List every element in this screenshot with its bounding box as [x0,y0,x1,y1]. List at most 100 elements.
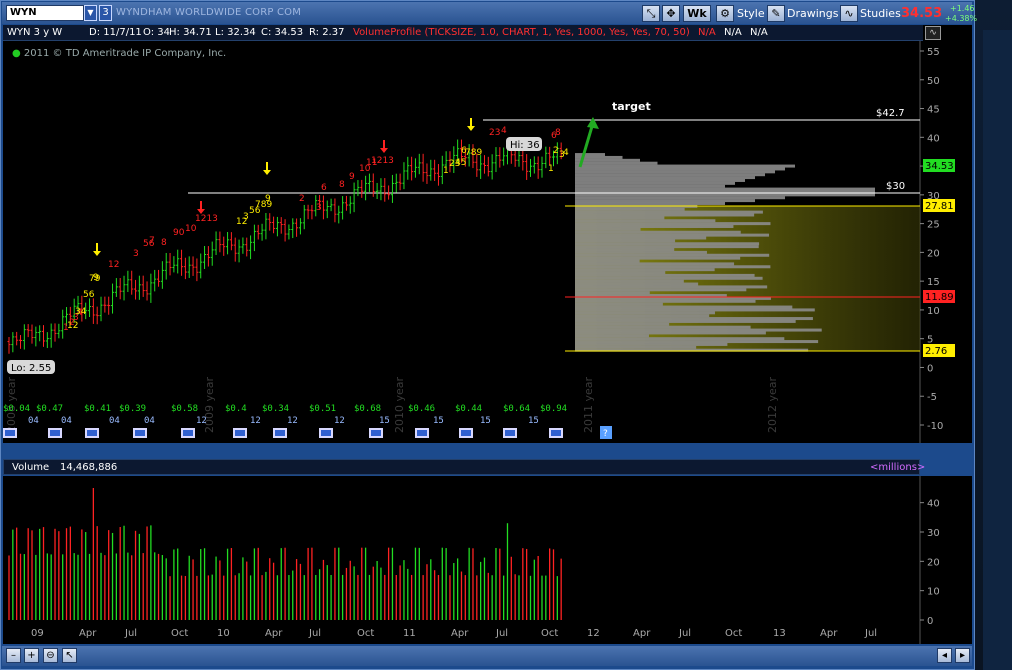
dividend-subtext: 15 [480,416,491,426]
volume-tick-label: 40 [927,499,940,510]
dividend-amount: $0.39 [119,404,146,414]
profile-bar [575,236,707,240]
style-menu[interactable]: Style [737,7,765,20]
profile-bar [575,334,649,338]
last-price: 34.53 [901,6,943,21]
time-tick-label: Apr [79,628,97,639]
studies-icon[interactable]: ∿ [840,5,858,22]
bar-close: C: 34.53 [261,27,304,38]
drawings-icon[interactable]: ✎ [767,5,785,22]
time-tick-label: Apr [451,628,469,639]
dividend-amount: $0.41 [84,404,111,414]
chart-settings-icon[interactable]: ∿ [925,26,941,40]
volume-chart[interactable]: 40 30 20 10 0 09 Apr Jul Oct 10 Apr Jul Oct 11 Apr Jul… [3,476,972,644]
signal-arrow-icon [263,170,271,175]
sequential-count: 8 [161,238,167,248]
profile-bar [575,153,605,157]
symbol-input[interactable]: WYN [6,5,84,21]
earnings-icon-glyph [275,430,285,436]
zoom-in-icon[interactable]: + [24,648,39,663]
sequential-count: 4 [563,148,569,158]
profile-bar [575,314,710,318]
period-button[interactable]: Wk [683,5,711,22]
time-tick-label: Oct [541,628,558,639]
zoom-out-icon[interactable]: ⊖ [43,648,58,663]
sequential-count: 34 [75,307,87,317]
profile-bar [575,207,685,211]
time-tick-label: Jul [864,628,877,639]
profile-bar [575,262,735,266]
scroll-left-icon[interactable]: ◂ [937,648,952,663]
pan-tool-icon[interactable]: ✥ [662,5,680,22]
year-watermark-2012: 2012 year [766,376,779,433]
time-tick-label: Jul [124,628,137,639]
earnings-icon-glyph [417,430,427,436]
bar-low: L: 32.34 [215,27,256,38]
profile-bar [575,342,728,346]
profile-bar [575,222,771,226]
volume-profile-study[interactable]: VolumeProfile (TICKSIZE, 1.0, CHART, 1, … [353,27,690,38]
profile-bar [575,196,785,200]
profile-bar [575,253,770,257]
profile-bar [575,328,822,332]
profile-bar [575,305,793,309]
profile-bar [575,248,675,252]
earnings-icon-glyph [135,430,145,436]
drawings-menu[interactable]: Drawings [787,7,838,20]
cursor-icon[interactable]: ↖ [62,648,77,663]
copyright-text: 2011 © TD Ameritrade IP Company, Inc. [23,48,227,59]
target-label: target [612,100,651,113]
price-tick-label: -5 [927,392,937,403]
profile-bar [575,288,747,292]
profile-bar [575,173,765,177]
dividend-row: $0.04 $0.47 $0.41 $0.39 $0.58 $0.4 $0.34 $0.51 $… [3,404,567,438]
signal-arrow-icon [467,126,475,131]
profile-bar [575,184,725,188]
bar-range: R: 2.37 [309,27,345,38]
sequential-count: 12 [108,260,119,270]
copyright: ● 2011 © TD Ameritrade IP Company, Inc. [12,48,226,59]
price-tick-label: 55 [927,47,940,58]
dividend-amount: $0.44 [455,404,482,414]
sequential-count: 1213 [371,156,394,166]
sequential-count: 3 [316,203,322,213]
price-chart[interactable]: 5550454035302520151050-5-10 2008 year 20… [3,25,972,443]
dividend-subtext: 12 [334,416,345,426]
price-tick-label: 25 [927,220,940,231]
style-icon[interactable]: ⚙ [716,5,734,22]
earnings-icon-glyph [183,430,193,436]
link-group-button[interactable]: 3 [99,5,112,21]
profile-bar [575,345,697,349]
scroll-right-icon[interactable]: ▸ [955,648,970,663]
volume-tick-label: 0 [927,616,933,627]
sequential-count: 10 [185,224,197,234]
time-tick-label: 12 [587,628,600,639]
sequential-count: 23 [489,128,500,138]
sequential-count: 90 [173,228,185,238]
time-tick-label: Apr [820,628,838,639]
profile-bar [575,170,775,174]
profile-bar [575,271,666,275]
profile-bar [575,322,670,326]
symbol-dropdown-icon[interactable]: ▼ [84,5,97,21]
profile-bar [575,158,640,162]
price-tick-label: 0 [927,363,933,374]
dividend-amount: $0.64 [503,404,530,414]
chart-title: WYN 3 y W [7,27,63,38]
sequential-count: 3 [133,249,139,259]
dividend-amount: $0.94 [540,404,567,414]
zoom-tool-icon[interactable]: ⤡ [642,5,660,22]
profile-bar [575,239,676,243]
time-tick-label: Oct [171,628,188,639]
percent-change: +4.38% [945,14,978,23]
profile-bar [575,210,763,214]
dividend-amount: $0.46 [408,404,435,414]
sequential-count: 2 [553,146,559,156]
studies-menu[interactable]: Studies [860,7,901,20]
sequential-count: 1 [548,164,554,174]
price-tick-label: 45 [927,105,940,116]
year-watermark-2010: 2010 year [393,376,406,433]
earnings-icon-glyph [461,430,471,436]
collapse-icon[interactable]: – [6,648,21,663]
profile-bar [575,279,684,283]
